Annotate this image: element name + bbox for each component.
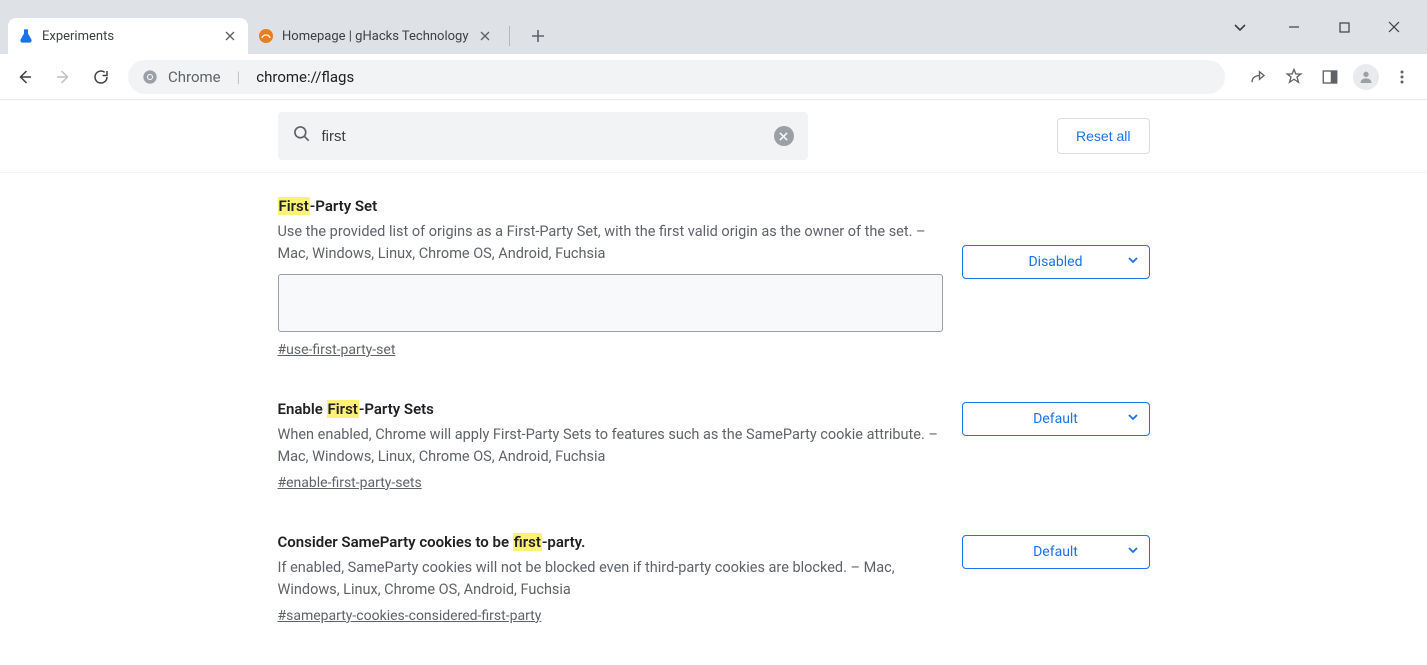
chevron-down-icon — [1127, 254, 1139, 270]
bookmark-icon[interactable] — [1277, 60, 1311, 94]
flag-description: When enabled, Chrome will apply First-Pa… — [278, 424, 944, 469]
clear-search-button[interactable] — [774, 126, 794, 146]
maximize-button[interactable] — [1321, 11, 1367, 43]
page-content[interactable]: Reset all First-Party Set Use the provide… — [0, 100, 1427, 665]
minimize-button[interactable] — [1271, 11, 1317, 43]
search-bar-row: Reset all — [0, 100, 1427, 173]
flag-description: If enabled, SameParty cookies will not b… — [278, 557, 944, 602]
flag-select-value: Default — [1033, 544, 1078, 560]
flag-item: Consider SameParty cookies to be first-p… — [278, 533, 1150, 624]
close-icon[interactable] — [222, 28, 238, 44]
chevron-down-icon — [1127, 544, 1139, 560]
new-tab-button[interactable] — [524, 22, 552, 50]
flag-title: Consider SameParty cookies to be first-p… — [278, 533, 944, 551]
side-panel-icon[interactable] — [1313, 60, 1347, 94]
url-prefix: Chrome — [168, 68, 221, 86]
share-icon[interactable] — [1241, 60, 1275, 94]
window-controls — [1223, 0, 1427, 54]
url-path: chrome://flags — [256, 68, 354, 86]
search-icon — [292, 124, 312, 148]
toolbar: Chrome | chrome://flags — [0, 54, 1427, 100]
tab-experiments[interactable]: Experiments — [8, 18, 248, 54]
flag-select-value: Disabled — [1028, 254, 1082, 270]
flag-item: First-Party Set Use the provided list of … — [278, 197, 1150, 358]
ghacks-icon — [258, 28, 274, 44]
flag-select[interactable]: Disabled — [962, 245, 1150, 279]
profile-button[interactable] — [1349, 60, 1383, 94]
reload-button[interactable] — [84, 60, 118, 94]
tab-search-button[interactable] — [1223, 11, 1257, 43]
chrome-icon — [142, 69, 158, 85]
flag-textarea[interactable] — [278, 274, 943, 332]
close-window-button[interactable] — [1371, 11, 1417, 43]
flag-select-value: Default — [1033, 411, 1078, 427]
flag-description: Use the provided list of origins as a Fi… — [278, 221, 944, 266]
chevron-down-icon — [1127, 411, 1139, 427]
back-button[interactable] — [8, 60, 42, 94]
url-separator: | — [231, 68, 247, 86]
address-bar[interactable]: Chrome | chrome://flags — [128, 60, 1225, 94]
flag-title: Enable First-Party Sets — [278, 400, 944, 418]
menu-button[interactable] — [1385, 60, 1419, 94]
flag-title: First-Party Set — [278, 197, 944, 215]
close-icon[interactable] — [477, 28, 493, 44]
forward-button[interactable] — [46, 60, 80, 94]
tab-ghacks[interactable]: Homepage | gHacks Technology — [248, 18, 503, 54]
toolbar-actions — [1235, 60, 1419, 94]
flag-item: Enable First-Party Sets When enabled, Chr… — [278, 400, 1150, 491]
flask-icon — [18, 28, 34, 44]
tab-title: Homepage | gHacks Technology — [282, 29, 469, 44]
flag-permalink[interactable]: #enable-first-party-sets — [278, 475, 422, 491]
avatar-icon — [1353, 64, 1379, 90]
tab-strip: Experiments Homepage | gHacks Technology — [0, 0, 552, 54]
flag-permalink[interactable]: #use-first-party-set — [278, 342, 396, 358]
flag-select[interactable]: Default — [962, 535, 1150, 569]
flag-select[interactable]: Default — [962, 402, 1150, 436]
titlebar: Experiments Homepage | gHacks Technology — [0, 0, 1427, 54]
tab-separator — [509, 26, 510, 46]
flag-permalink[interactable]: #sameparty-cookies-considered-first-part… — [278, 608, 542, 624]
flags-list: First-Party Set Use the provided list of … — [278, 197, 1150, 624]
search-input[interactable] — [322, 128, 764, 145]
reset-all-button[interactable]: Reset all — [1057, 118, 1149, 154]
flags-search-box[interactable] — [278, 112, 808, 160]
tab-title: Experiments — [42, 29, 214, 44]
